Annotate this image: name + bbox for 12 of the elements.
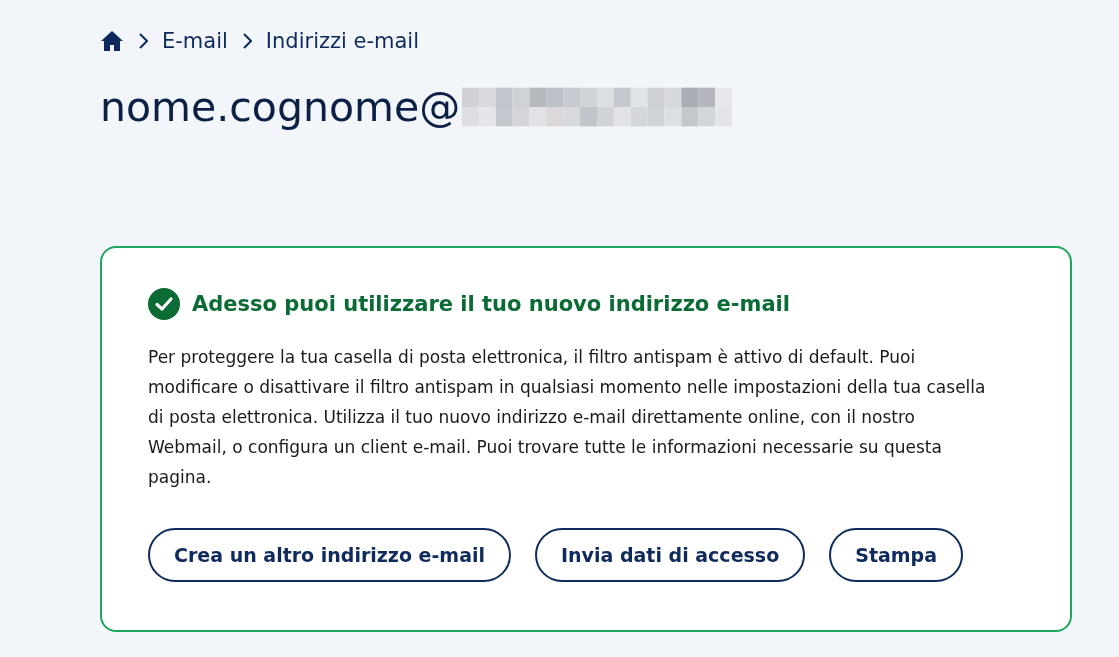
- notice-heading: Adesso puoi utilizzare il tuo nuovo indirizzo e-mail: [192, 292, 790, 316]
- chevron-icon: [138, 33, 148, 49]
- action-button[interactable]: Stampa: [829, 528, 963, 582]
- notice-text: Per proteggere la tua casella di posta elettronica, il filtro antispam è attivo di default. Puoi modificare o disattivare il filtro antispam in qualsiasi momento nelle impostazioni della tua casella di posta elettronica. Utilizza il tuo nuovo indirizzo e-mail direttamente online, con il nostro Webmail, o configura un client e-mail. Puoi trovare tutte le informazioni necessarie su questa pagina.: [148, 346, 987, 489]
- breadcrumb-link[interactable]: Indirizzi e-mail: [265, 29, 420, 53]
- breadcrumb-link[interactable]: E-mail: [162, 29, 228, 53]
- page-title: nome.cognome@: [100, 83, 461, 131]
- chevron-icon: [241, 33, 252, 49]
- action-button[interactable]: Crea un altro indirizzo e-mail: [148, 528, 511, 582]
- home-icon[interactable]: [100, 30, 124, 52]
- check-circle-icon: [148, 288, 180, 320]
- action-button[interactable]: Invia dati di accesso: [535, 528, 806, 582]
